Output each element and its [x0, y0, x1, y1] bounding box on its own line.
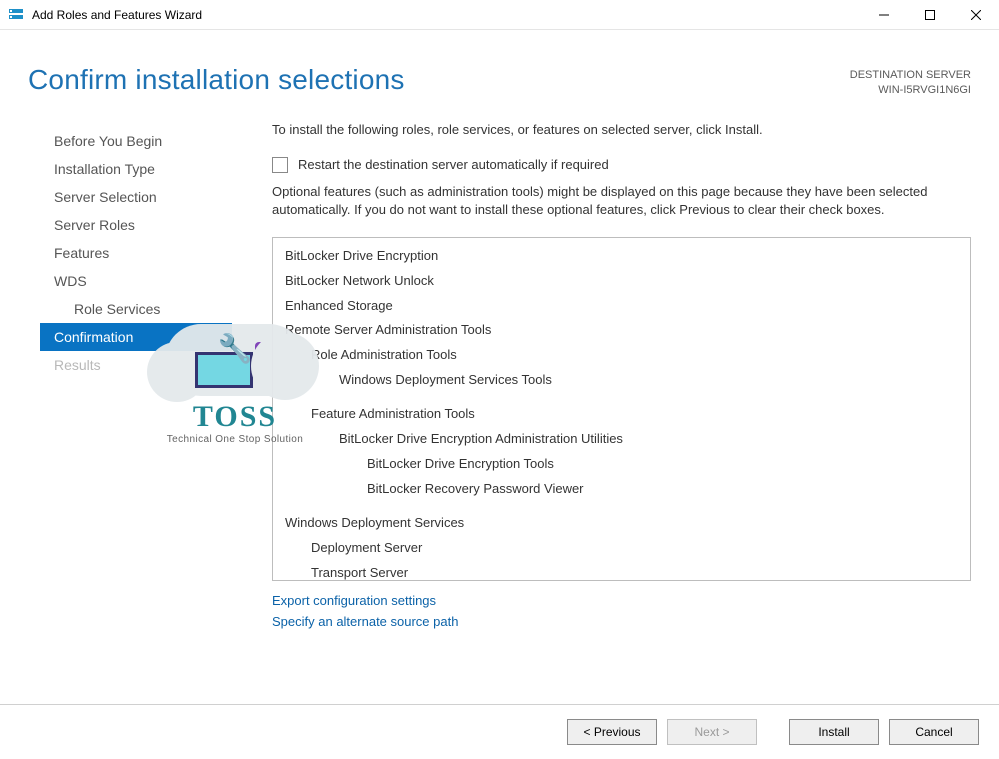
feature-item: Windows Deployment Services Tools	[283, 368, 960, 393]
footer: < Previous Next > Install Cancel	[0, 704, 999, 759]
page-title: Confirm installation selections	[28, 64, 405, 96]
minimize-button[interactable]	[861, 0, 907, 30]
restart-checkbox[interactable]	[272, 157, 288, 173]
feature-item: Enhanced Storage	[283, 294, 960, 319]
nav-item-server-roles[interactable]: Server Roles	[40, 211, 232, 239]
export-config-link[interactable]: Export configuration settings	[272, 591, 971, 612]
close-button[interactable]	[953, 0, 999, 30]
wizard-window: Add Roles and Features Wizard Confirm in…	[0, 0, 999, 759]
feature-item: Transport Server	[283, 561, 960, 582]
cancel-button[interactable]: Cancel	[889, 719, 979, 745]
feature-item: BitLocker Drive Encryption Tools	[283, 452, 960, 477]
restart-checkbox-row[interactable]: Restart the destination server automatic…	[272, 157, 971, 173]
restart-label: Restart the destination server automatic…	[298, 157, 609, 172]
feature-item: BitLocker Network Unlock	[283, 269, 960, 294]
nav-item-wds[interactable]: WDS	[40, 267, 232, 295]
wizard-nav: Before You BeginInstallation TypeServer …	[0, 121, 232, 704]
nav-item-installation-type[interactable]: Installation Type	[40, 155, 232, 183]
feature-item: BitLocker Drive Encryption	[283, 244, 960, 269]
body: Before You BeginInstallation TypeServer …	[0, 99, 999, 704]
feature-item: Windows Deployment Services	[283, 511, 960, 536]
feature-item: BitLocker Drive Encryption Administratio…	[283, 427, 960, 452]
nav-item-confirmation[interactable]: Confirmation	[40, 323, 232, 351]
content-pane: To install the following roles, role ser…	[232, 121, 999, 704]
header: Confirm installation selections DESTINAT…	[0, 30, 999, 99]
destination-label: DESTINATION SERVER	[850, 68, 971, 83]
titlebar: Add Roles and Features Wizard	[0, 0, 999, 30]
destination-server-block: DESTINATION SERVER WIN-I5RVGI1N6GI	[850, 64, 971, 99]
intro-text: To install the following roles, role ser…	[272, 121, 971, 139]
previous-button[interactable]: < Previous	[567, 719, 657, 745]
feature-item: Role Administration Tools	[283, 343, 960, 368]
nav-item-features[interactable]: Features	[40, 239, 232, 267]
next-button: Next >	[667, 719, 757, 745]
window-title: Add Roles and Features Wizard	[32, 8, 202, 22]
server-manager-icon	[8, 7, 24, 23]
optional-features-note: Optional features (such as administratio…	[272, 183, 971, 219]
nav-item-role-services[interactable]: Role Services	[40, 295, 232, 323]
install-button[interactable]: Install	[789, 719, 879, 745]
feature-item: Feature Administration Tools	[283, 402, 960, 427]
window-controls	[861, 0, 999, 30]
nav-item-before-you-begin[interactable]: Before You Begin	[40, 127, 232, 155]
feature-item: Deployment Server	[283, 536, 960, 561]
selected-features-list[interactable]: BitLocker Drive EncryptionBitLocker Netw…	[272, 237, 971, 581]
maximize-button[interactable]	[907, 0, 953, 30]
nav-item-server-selection[interactable]: Server Selection	[40, 183, 232, 211]
extra-links: Export configuration settings Specify an…	[272, 591, 971, 633]
feature-item: BitLocker Recovery Password Viewer	[283, 477, 960, 502]
alternate-source-link[interactable]: Specify an alternate source path	[272, 612, 971, 633]
destination-server-name: WIN-I5RVGI1N6GI	[850, 83, 971, 98]
feature-item: Remote Server Administration Tools	[283, 318, 960, 343]
nav-item-results: Results	[40, 351, 232, 379]
